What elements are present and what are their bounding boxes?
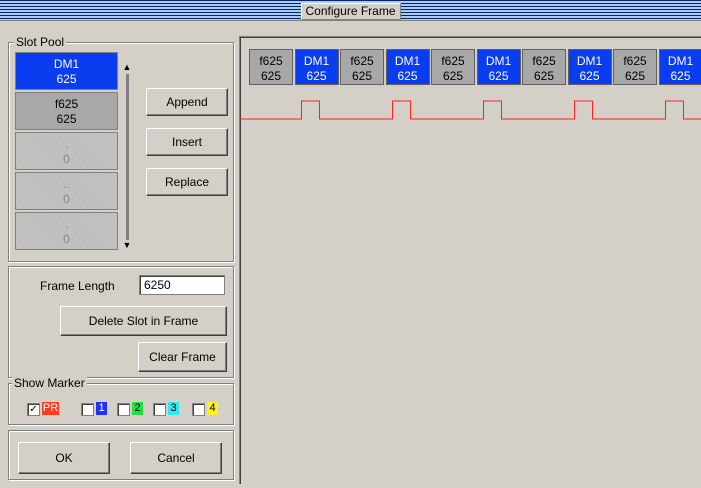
ok-label: OK: [55, 451, 73, 465]
slot-length: 625: [56, 112, 77, 126]
slot-pool-list[interactable]: DM1 625 f625 625. 0.. 0. 0: [15, 52, 118, 252]
window-title: Configure Frame: [300, 3, 401, 20]
frame-slot-name: f625: [532, 54, 556, 68]
frame-slot[interactable]: f625 625: [249, 49, 293, 85]
frame-slot-length: 625: [579, 69, 600, 83]
slot-length: 625: [56, 72, 77, 86]
scroll-down-icon[interactable]: ▼: [122, 240, 132, 250]
scroll-up-icon[interactable]: ▲: [122, 62, 132, 72]
frame-slot-length: 625: [397, 69, 418, 83]
frame-slot-length: 625: [442, 69, 464, 83]
slot-pool-item[interactable]: .0: [15, 212, 118, 250]
marker-swatch-pr: PR: [42, 402, 59, 415]
append-label: Append: [166, 95, 208, 109]
frame-slot-name: DM1: [303, 54, 330, 68]
ok-button[interactable]: OK: [18, 442, 110, 474]
append-button[interactable]: Append: [146, 88, 228, 116]
marker-swatch-4: 4: [207, 402, 218, 415]
marker-checkbox-3[interactable]: [153, 403, 166, 416]
slot-length: 0: [63, 232, 70, 246]
replace-button[interactable]: Replace: [146, 168, 228, 196]
frame-slot[interactable]: f625 625: [522, 49, 566, 85]
frame-slot-length: 625: [670, 69, 691, 83]
frame-slot[interactable]: DM1 625: [385, 49, 430, 85]
slot-pool-item[interactable]: .. 0: [15, 172, 118, 210]
frame-view[interactable]: f625 625 DM1 625 f625 625 DM1 625 f625 625 DM1 625 f…: [239, 36, 701, 484]
frame-slot[interactable]: DM1 625: [476, 49, 521, 85]
cancel-label: Cancel: [157, 451, 195, 465]
clear-frame-label: Clear Frame: [149, 350, 216, 364]
delete-slot-label: Delete Slot in Frame: [88, 314, 199, 328]
marker-swatch-3: 3: [168, 402, 179, 415]
delete-slot-button[interactable]: Delete Slot in Frame: [60, 306, 227, 336]
frame-slot-length: 625: [533, 69, 555, 83]
frame-slot-name: DM1: [485, 54, 512, 68]
slot-name: ..: [63, 177, 70, 191]
marker-checkbox-4[interactable]: [192, 403, 205, 416]
frame-slot-name: f625: [623, 54, 647, 68]
slot-name: .: [64, 137, 69, 151]
slot-length: 0: [63, 152, 70, 166]
slot-pool-item[interactable]: .0: [15, 132, 118, 170]
frame-length-input[interactable]: 6250: [139, 275, 225, 295]
slot-pool-scrollbar[interactable]: ▲ ▼: [122, 62, 132, 250]
slot-length: 0: [63, 192, 70, 206]
cancel-button[interactable]: Cancel: [130, 442, 222, 474]
frame-slot-length: 625: [488, 69, 509, 83]
slot-pool-label: Slot Pool: [14, 35, 67, 49]
show-marker-label: Show Marker: [12, 376, 87, 390]
marker-swatch-1: 1: [96, 402, 107, 415]
slot-pool-item[interactable]: f625 625: [15, 92, 118, 130]
frame-slot-name: f625: [259, 54, 283, 68]
frame-slot[interactable]: f625 625: [340, 49, 384, 85]
frame-slot[interactable]: DM1 625: [567, 49, 612, 85]
frame-slot-length: 625: [351, 69, 373, 83]
slot-name: f625: [54, 97, 79, 111]
frame-length-label: Frame Length: [40, 279, 115, 293]
frame-slot-length: 625: [260, 69, 282, 83]
frame-slot-name: DM1: [576, 54, 603, 68]
marker-checkbox-2[interactable]: [117, 403, 130, 416]
slot-pool-item[interactable]: DM1 625: [15, 52, 118, 90]
slot-name: DM1: [53, 57, 80, 71]
replace-label: Replace: [164, 175, 210, 189]
frame-slot[interactable]: f625 625: [431, 49, 475, 85]
frame-slot-length: 625: [306, 69, 327, 83]
frame-slot-name: DM1: [667, 54, 694, 68]
clear-frame-button[interactable]: Clear Frame: [138, 342, 227, 372]
slot-name: .: [64, 217, 69, 231]
frame-slot-name: f625: [350, 54, 374, 68]
marker-checkbox-1[interactable]: [81, 403, 94, 416]
marker-checkbox-pr[interactable]: ✓: [27, 403, 40, 416]
frame-slot-length: 625: [624, 69, 646, 83]
marker-waveform: [240, 100, 701, 120]
scroll-track[interactable]: [126, 74, 129, 240]
title-bar[interactable]: Configure Frame: [0, 0, 701, 21]
insert-label: Insert: [171, 135, 202, 149]
frame-slot-name: DM1: [394, 54, 421, 68]
insert-button[interactable]: Insert: [146, 128, 228, 156]
frame-slot[interactable]: DM1 625: [658, 49, 701, 85]
frame-slot[interactable]: DM1 625: [294, 49, 339, 85]
frame-slot-name: f625: [441, 54, 465, 68]
frame-slot[interactable]: f625 625: [613, 49, 657, 85]
marker-pulse-line: [240, 100, 701, 120]
marker-swatch-2: 2: [132, 402, 143, 415]
